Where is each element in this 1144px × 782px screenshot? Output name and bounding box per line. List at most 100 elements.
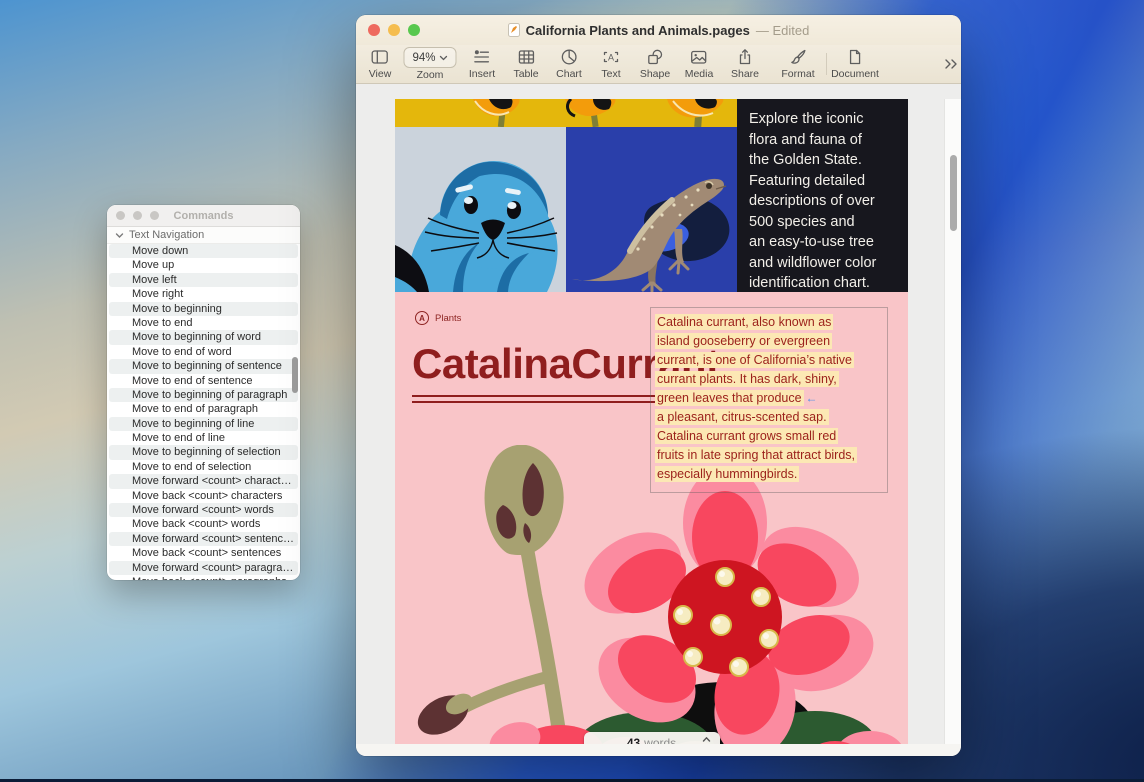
table-icon bbox=[516, 47, 536, 67]
paragraph-line: currant, is one of California’s native bbox=[655, 351, 883, 370]
command-item[interactable]: Move to beginning of line bbox=[109, 417, 298, 431]
text-button[interactable]: A Text bbox=[601, 47, 621, 80]
pie-chart-icon bbox=[559, 47, 579, 67]
minimize-button[interactable] bbox=[388, 24, 400, 36]
return-character-icon bbox=[839, 372, 841, 386]
command-item[interactable]: Move back <count> paragraphs bbox=[109, 575, 298, 580]
paragraph-line: especially hummingbirds. bbox=[655, 465, 883, 484]
close-button[interactable] bbox=[368, 24, 380, 36]
command-item[interactable]: Move down bbox=[109, 244, 298, 258]
pages-titlebar: California Plants and Animals.pages — Ed… bbox=[356, 15, 961, 45]
word-count-value: 43 bbox=[627, 736, 640, 744]
command-item[interactable]: Move forward <count> charact… bbox=[109, 474, 298, 488]
command-item[interactable]: Move back <count> characters bbox=[109, 489, 298, 503]
edited-status: — Edited bbox=[756, 23, 809, 38]
pages-toolbar: View 94% Zoom Insert bbox=[356, 45, 961, 84]
command-item[interactable]: Move back <count> sentences bbox=[109, 546, 298, 560]
commands-titlebar: Commands bbox=[107, 205, 300, 227]
command-item[interactable]: Move to end bbox=[109, 316, 298, 330]
intro-text: Explore the iconic flora and fauna of th… bbox=[749, 109, 896, 294]
command-item[interactable]: Move up bbox=[109, 258, 298, 272]
command-item[interactable]: Move to end of word bbox=[109, 345, 298, 359]
command-item[interactable]: Move to beginning bbox=[109, 302, 298, 316]
zoom-dropdown[interactable]: 94% bbox=[403, 47, 456, 68]
photo-icon bbox=[689, 47, 709, 67]
commands-list: Move down Move up Move left Move right M… bbox=[107, 244, 300, 580]
command-item[interactable]: Move to end of line bbox=[109, 431, 298, 445]
toolbar-overflow-button[interactable] bbox=[943, 57, 959, 75]
pages-document-icon bbox=[508, 23, 520, 37]
return-character-icon bbox=[829, 410, 831, 424]
command-item[interactable]: Move to end of paragraph bbox=[109, 402, 298, 416]
word-count-unit: words bbox=[644, 736, 676, 744]
double-chevron-right-icon bbox=[943, 58, 959, 70]
return-character-icon bbox=[832, 334, 834, 348]
document-button[interactable]: Document bbox=[831, 47, 879, 80]
commands-scrollbar-thumb[interactable] bbox=[292, 357, 298, 393]
section-label: Text Navigation bbox=[129, 229, 204, 241]
paragraph-line: a pleasant, citrus-scented sap. bbox=[655, 408, 883, 427]
return-character-icon bbox=[854, 353, 856, 367]
body-text-frame[interactable]: Catalina currant, also known as island g… bbox=[650, 307, 888, 493]
shape-button[interactable]: Shape bbox=[640, 47, 670, 80]
insert-button[interactable]: Insert bbox=[469, 47, 495, 80]
page-top-collage: Explore the iconic flora and fauna of th… bbox=[395, 99, 908, 292]
paragraph-line: currant plants. It has dark, shiny, bbox=[655, 370, 883, 389]
desktop-wallpaper: Commands Text Navigation Move down Move … bbox=[0, 0, 1144, 782]
toolbar-divider bbox=[826, 53, 827, 75]
section-text-navigation[interactable]: Text Navigation bbox=[107, 227, 300, 244]
document-canvas: Explore the iconic flora and fauna of th… bbox=[356, 99, 961, 744]
document-title: California Plants and Animals.pages bbox=[526, 23, 750, 38]
chevron-down-icon bbox=[440, 55, 448, 61]
command-item[interactable]: Move forward <count> paragra… bbox=[109, 561, 298, 575]
command-item[interactable]: Move forward <count> words bbox=[109, 503, 298, 517]
command-item[interactable]: Move forward <count> sentenc… bbox=[109, 532, 298, 546]
text-box-icon: A bbox=[601, 47, 621, 67]
commands-window: Commands Text Navigation Move down Move … bbox=[107, 205, 300, 580]
command-item[interactable]: Move to beginning of selection bbox=[109, 445, 298, 459]
insert-icon bbox=[472, 47, 492, 67]
command-item[interactable]: Move to beginning of paragraph bbox=[109, 388, 298, 402]
paragraph-line: fruits in late spring that attract birds… bbox=[655, 446, 883, 465]
paragraph-line: island gooseberry or evergreen bbox=[655, 332, 883, 351]
return-character-icon: ← bbox=[804, 391, 818, 405]
view-button[interactable]: View bbox=[369, 47, 392, 80]
commands-window-title: Commands bbox=[107, 210, 300, 222]
paragraph-line: Catalina currant, also known as bbox=[655, 313, 883, 332]
pages-window: California Plants and Animals.pages — Ed… bbox=[356, 15, 961, 756]
command-item[interactable]: Move to beginning of word bbox=[109, 330, 298, 344]
badge-label: Plants bbox=[435, 313, 461, 324]
command-item[interactable]: Move to beginning of sentence bbox=[109, 359, 298, 373]
intro-text-panel[interactable]: Explore the iconic flora and fauna of th… bbox=[737, 99, 908, 292]
svg-text:A: A bbox=[608, 52, 614, 62]
lizard-illustration bbox=[566, 127, 737, 292]
media-button[interactable]: Media bbox=[685, 47, 714, 80]
word-count-stepper-icon[interactable] bbox=[702, 736, 711, 744]
chart-button[interactable]: Chart bbox=[556, 47, 582, 80]
word-count-pill[interactable]: 43 words bbox=[584, 732, 720, 744]
window-title: California Plants and Animals.pages — Ed… bbox=[416, 23, 901, 38]
seal-illustration bbox=[395, 127, 566, 292]
share-button[interactable]: Share bbox=[731, 47, 759, 80]
format-button[interactable]: Format bbox=[781, 47, 814, 80]
zoom-control[interactable]: 94% Zoom bbox=[403, 47, 456, 81]
paragraph-line: Catalina currant grows small red bbox=[655, 427, 883, 446]
paragraph: Catalina currant, also known as island g… bbox=[655, 313, 883, 484]
window-footer bbox=[356, 744, 961, 756]
command-item[interactable]: Move back <count> words bbox=[109, 517, 298, 531]
table-button[interactable]: Table bbox=[513, 47, 538, 80]
document-icon bbox=[845, 47, 865, 67]
shapes-icon bbox=[645, 47, 665, 67]
command-item[interactable]: Move to end of selection bbox=[109, 460, 298, 474]
return-character-icon bbox=[838, 429, 840, 443]
command-item[interactable]: Move to end of sentence bbox=[109, 374, 298, 388]
poppy-strip-illustration bbox=[395, 99, 737, 127]
command-item[interactable]: Move left bbox=[109, 273, 298, 287]
share-icon bbox=[735, 47, 755, 67]
return-character-icon bbox=[799, 467, 801, 481]
document-page[interactable]: Explore the iconic flora and fauna of th… bbox=[395, 99, 908, 744]
return-character-icon bbox=[833, 315, 835, 329]
scrollbar-track[interactable] bbox=[944, 99, 961, 744]
command-item[interactable]: Move right bbox=[109, 287, 298, 301]
scrollbar-thumb[interactable] bbox=[950, 155, 957, 231]
